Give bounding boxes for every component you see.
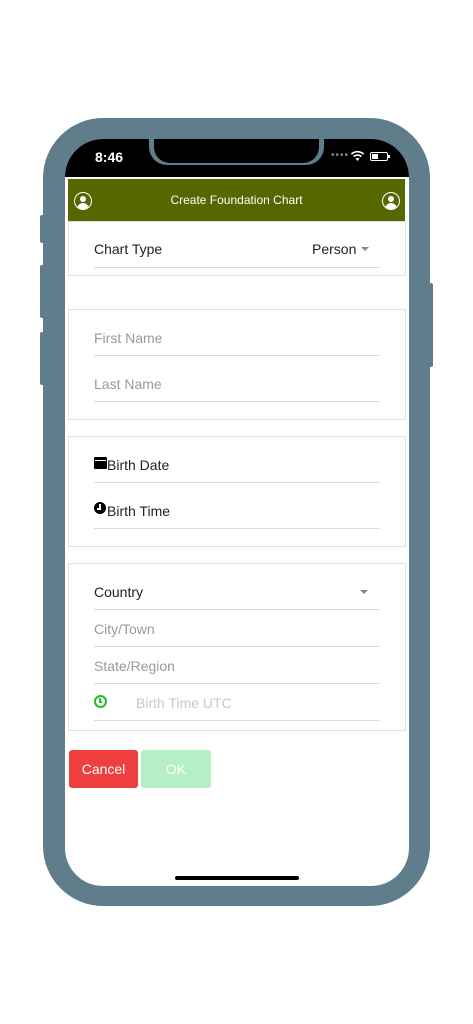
first-name-field[interactable]: First Name	[94, 310, 380, 356]
birth-date-label: Birth Date	[107, 457, 170, 473]
chart-type-label: Chart Type	[94, 241, 163, 257]
last-name-placeholder: Last Name	[94, 376, 162, 392]
app-screen: 8:46 •••• Create Foundation Chart Chart …	[65, 139, 409, 886]
status-time: 8:46	[95, 149, 124, 165]
state-placeholder: State/Region	[94, 658, 175, 674]
page-title: Create Foundation Chart	[170, 193, 303, 207]
notch	[154, 139, 319, 163]
location-card: Country City/Town State/Region Birth Tim…	[68, 563, 406, 731]
chart-type-select[interactable]: Chart Type Person	[94, 222, 380, 268]
first-name-placeholder: First Name	[94, 330, 163, 346]
app-header: Create Foundation Chart	[68, 179, 405, 221]
country-select[interactable]: Country	[94, 564, 380, 610]
birth-time-field[interactable]: Birth Time	[94, 483, 380, 529]
country-label: Country	[94, 584, 144, 600]
city-placeholder: City/Town	[94, 621, 155, 637]
birth-time-label: Birth Time	[107, 503, 171, 519]
state-field[interactable]: State/Region	[94, 647, 380, 684]
chart-type-value: Person	[312, 241, 357, 257]
clock-icon	[94, 502, 106, 514]
birth-date-field[interactable]: Birth Date	[94, 437, 380, 483]
utc-clock-icon	[94, 695, 107, 708]
utc-placeholder: Birth Time UTC	[136, 695, 232, 711]
cancel-button[interactable]: Cancel	[69, 750, 138, 788]
power-button	[429, 283, 433, 367]
mute-switch	[40, 215, 44, 243]
home-indicator[interactable]	[175, 876, 299, 880]
signal-icon: ••••	[331, 150, 350, 161]
ok-button[interactable]: OK	[141, 750, 211, 788]
birth-card: Birth Date Birth Time	[68, 436, 406, 547]
utc-time-field[interactable]: Birth Time UTC	[94, 684, 380, 721]
last-name-field[interactable]: Last Name	[94, 356, 380, 402]
calendar-icon	[94, 457, 107, 469]
volume-down-button	[40, 332, 44, 385]
status-bar: 8:46 ••••	[65, 139, 409, 177]
profile-avatar-icon[interactable]	[382, 192, 400, 210]
dropdown-caret-icon	[361, 247, 369, 251]
city-field[interactable]: City/Town	[94, 610, 380, 647]
chart-type-card: Chart Type Person	[68, 221, 406, 276]
dropdown-caret-icon	[360, 590, 368, 594]
volume-up-button	[40, 265, 44, 318]
wifi-icon	[350, 150, 365, 161]
battery-icon	[370, 152, 390, 161]
name-card: First Name Last Name	[68, 309, 406, 420]
